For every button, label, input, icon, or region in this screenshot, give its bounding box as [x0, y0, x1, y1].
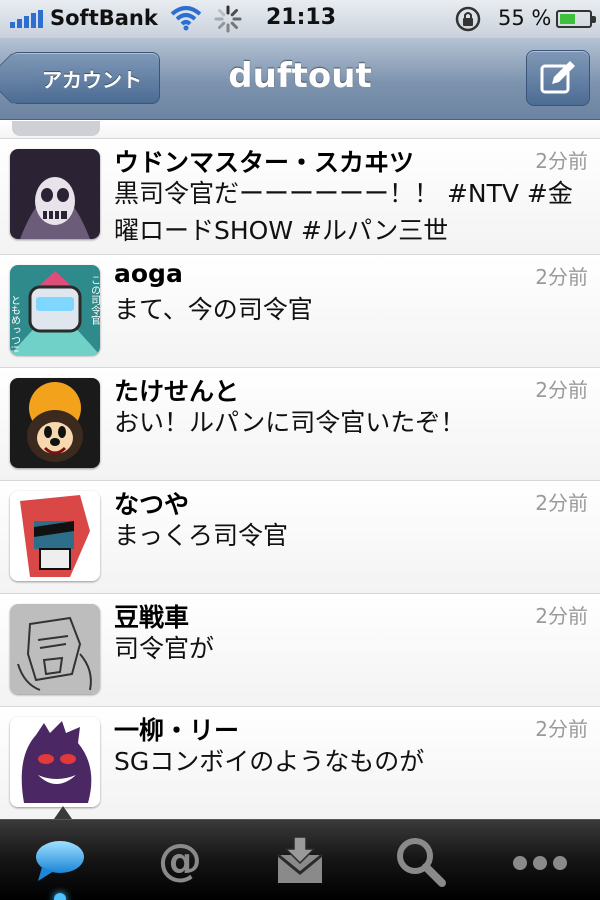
avatar[interactable]: [10, 149, 100, 239]
tweet-author[interactable]: たけせんと: [114, 372, 239, 408]
tweet-time: 2分前: [535, 604, 588, 628]
wifi-icon: [170, 6, 202, 31]
tweet-text: SGコンボイのようなものが: [114, 747, 425, 776]
messages-envelope-icon: [277, 835, 323, 883]
tweet-row[interactable]: なつや 2分前 まっくろ司令官: [0, 481, 600, 594]
signal-icon: [10, 10, 43, 28]
tweet-text: まっくろ司令官: [114, 521, 289, 550]
battery-level: [560, 14, 576, 24]
timeline-bubble-icon: [36, 840, 84, 881]
tab-mentions[interactable]: @: [120, 820, 240, 900]
tweet-author[interactable]: なつや: [114, 485, 189, 521]
tweet-row[interactable]: 一柳・リー 2分前 SGコンボイのようなものが: [0, 707, 600, 819]
clock: 21:13: [266, 5, 337, 30]
active-tab-notch: [54, 806, 72, 819]
compose-icon: [540, 61, 575, 94]
search-icon: [397, 837, 446, 887]
compose-button[interactable]: [526, 50, 590, 106]
tab-timeline[interactable]: [0, 820, 120, 900]
back-arrow-icon: [0, 52, 39, 105]
avatar[interactable]: [10, 717, 100, 807]
navigation-bar: アカウント duftout: [0, 38, 600, 120]
tweet-time: 2分前: [535, 149, 588, 173]
tweet-row[interactable]: 豆戦車 2分前 司令官が: [0, 594, 600, 707]
list-item-partial: [0, 121, 600, 139]
tweet-author[interactable]: ウドンマスター・スカヰツ: [114, 143, 414, 179]
tweet-row[interactable]: この司令官 ともめっつ!! aoga 2分前 まて、今の司令官: [0, 255, 600, 368]
tweet-author[interactable]: 豆戦車: [114, 598, 189, 634]
tweet-time: 2分前: [535, 717, 588, 741]
avatar[interactable]: [10, 604, 100, 694]
battery-icon: [556, 10, 596, 28]
activity-spinner-icon: [214, 5, 242, 33]
tweet-author[interactable]: aoga: [114, 259, 183, 288]
avatar[interactable]: この司令官 ともめっつ!!: [10, 265, 100, 355]
tweet-time: 2分前: [535, 491, 588, 515]
tab-more[interactable]: [480, 820, 600, 900]
tweet-row[interactable]: たけせんと 2分前 おい！ルパンに司令官いたぞ！: [0, 368, 600, 481]
status-bar: SoftBank 21:13 55 %: [0, 0, 600, 38]
rotation-lock-icon: [455, 6, 481, 32]
tweet-text: おい！ルパンに司令官いたぞ！: [114, 408, 466, 437]
tab-bar: @: [0, 819, 600, 900]
more-dots-icon: [513, 855, 567, 870]
tweet-text: 黒司令官だーーーーーー！！ #NTV #金曜ロードSHOW #ルパン三世: [114, 179, 573, 245]
tab-messages[interactable]: [240, 820, 360, 900]
avatar[interactable]: [10, 378, 100, 468]
tweet-text: 司令官が: [114, 634, 215, 663]
svg-text:@: @: [158, 835, 202, 886]
timeline-list[interactable]: ウドンマスター・スカヰツ 2分前 黒司令官だーーーーーー！！ #NTV #金曜ロ…: [0, 121, 600, 819]
tweet-time: 2分前: [535, 265, 588, 289]
page-title: duftout: [228, 56, 372, 96]
back-button[interactable]: アカウント: [0, 52, 160, 105]
svg-text:ともめっつ!!: ともめっつ!!: [10, 295, 21, 353]
mentions-at-icon: @: [158, 835, 202, 886]
carrier-name: SoftBank: [50, 6, 158, 30]
tweet-time: 2分前: [535, 378, 588, 402]
avatar: [12, 121, 100, 136]
tweet-text: まて、今の司令官: [114, 295, 313, 324]
back-button-label: アカウント: [42, 67, 142, 92]
battery-percent: 55 %: [498, 6, 552, 30]
tweet-author[interactable]: 一柳・リー: [114, 711, 239, 747]
avatar-badge-text: この司令官: [89, 275, 101, 326]
tab-search[interactable]: [360, 820, 480, 900]
active-tab-indicator: [54, 893, 66, 900]
avatar[interactable]: [10, 491, 100, 581]
tweet-row[interactable]: ウドンマスター・スカヰツ 2分前 黒司令官だーーーーーー！！ #NTV #金曜ロ…: [0, 139, 600, 255]
